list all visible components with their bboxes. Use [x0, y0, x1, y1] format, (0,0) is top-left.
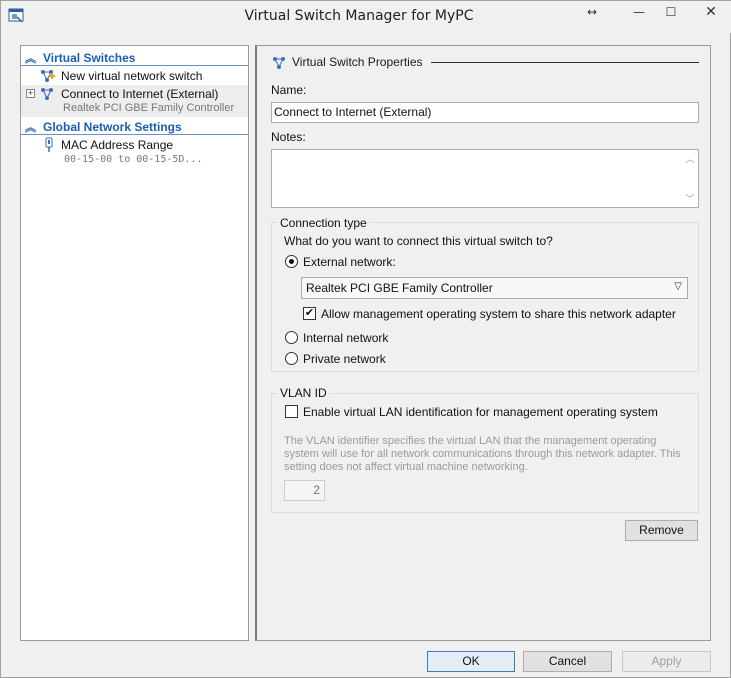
- private-network-label: Private network: [303, 352, 386, 366]
- allow-management-checkbox[interactable]: ✔: [303, 307, 316, 320]
- virtual-switch-manager-window: Virtual Switch Manager for MyPC ↔ — ☐ ✕ …: [0, 0, 731, 678]
- mac-address-range-value: 00-15-00 to 00-15-5D...: [64, 154, 203, 165]
- new-network-switch-icon: [41, 70, 55, 82]
- mac-address-range-item[interactable]: MAC Address Range 00-15-00 to 00-15-5D..…: [21, 136, 248, 168]
- scroll-up-icon[interactable]: ︿: [682, 152, 698, 165]
- collapse-chevron-icon[interactable]: ︽: [25, 119, 36, 135]
- vlan-description: The VLAN identifier specifies the virtua…: [284, 435, 681, 473]
- network-adapter-icon: [45, 137, 53, 152]
- virtual-switches-heading: Virtual Switches: [43, 51, 136, 65]
- cancel-button[interactable]: Cancel: [523, 651, 612, 672]
- connection-question: What do you want to connect this virtual…: [284, 234, 553, 248]
- network-switch-icon: [273, 57, 285, 69]
- network-adapter-select[interactable]: Realtek PCI GBE Family Controller ▽: [301, 277, 688, 299]
- expand-plus-icon[interactable]: +: [26, 89, 35, 98]
- network-adapter-selected: Realtek PCI GBE Family Controller: [306, 281, 493, 295]
- mac-address-range-label: MAC Address Range: [61, 138, 174, 152]
- remove-button[interactable]: Remove: [625, 520, 698, 541]
- virtual-switches-section-header[interactable]: ︽ Virtual Switches: [21, 49, 248, 66]
- global-network-settings-section-header[interactable]: ︽ Global Network Settings: [21, 118, 248, 135]
- switch-name-label: Connect to Internet (External): [61, 87, 219, 101]
- minimize-button[interactable]: —: [625, 1, 653, 23]
- title-bar: Virtual Switch Manager for MyPC ↔ — ☐ ✕: [1, 1, 731, 33]
- vlan-id-input[interactable]: 2: [284, 480, 325, 501]
- connection-type-title: Connection type: [277, 216, 370, 230]
- properties-header: Virtual Switch Properties: [271, 55, 701, 71]
- allow-management-label: Allow management operating system to sha…: [321, 307, 676, 321]
- close-button[interactable]: ✕: [691, 1, 731, 23]
- enable-vlan-label: Enable virtual LAN identification for ma…: [303, 405, 658, 419]
- header-divider: [431, 62, 699, 63]
- internal-network-label: Internal network: [303, 331, 389, 345]
- resize-icon[interactable]: ↔: [581, 1, 603, 23]
- name-label: Name:: [271, 83, 307, 97]
- external-network-radio[interactable]: [285, 255, 298, 268]
- new-virtual-switch-item[interactable]: New virtual network switch: [21, 67, 248, 85]
- switch-adapter-label: Realtek PCI GBE Family Controller: [63, 102, 235, 114]
- notes-label: Notes:: [271, 130, 306, 144]
- network-switch-icon: [41, 88, 53, 100]
- maximize-button[interactable]: ☐: [657, 1, 685, 23]
- properties-heading: Virtual Switch Properties: [292, 55, 423, 69]
- internal-network-radio[interactable]: [285, 331, 298, 344]
- navigation-pane: ︽ Virtual Switches New virtual network s…: [20, 45, 249, 641]
- window-title: Virtual Switch Manager for MyPC: [244, 8, 474, 24]
- properties-pane: Virtual Switch Properties Name: Connect …: [255, 45, 711, 641]
- notes-textarea[interactable]: ︿ ﹀: [271, 149, 699, 208]
- new-virtual-switch-label: New virtual network switch: [61, 69, 203, 83]
- global-network-settings-heading: Global Network Settings: [43, 120, 182, 134]
- name-input[interactable]: Connect to Internet (External): [271, 102, 699, 123]
- apply-button[interactable]: Apply: [622, 651, 711, 672]
- chevron-down-icon: ▽: [674, 281, 682, 292]
- notes-scrollbar[interactable]: ︿ ﹀: [682, 150, 698, 207]
- private-network-radio[interactable]: [285, 352, 298, 365]
- collapse-chevron-icon[interactable]: ︽: [25, 50, 36, 66]
- external-network-label: External network:: [303, 255, 396, 269]
- enable-vlan-checkbox[interactable]: [285, 405, 298, 418]
- vlan-title: VLAN ID: [277, 386, 330, 400]
- scroll-down-icon[interactable]: ﹀: [682, 192, 698, 205]
- switch-connect-to-internet[interactable]: + Connect to Internet (External) Realtek…: [21, 85, 248, 117]
- ok-button[interactable]: OK: [427, 651, 515, 672]
